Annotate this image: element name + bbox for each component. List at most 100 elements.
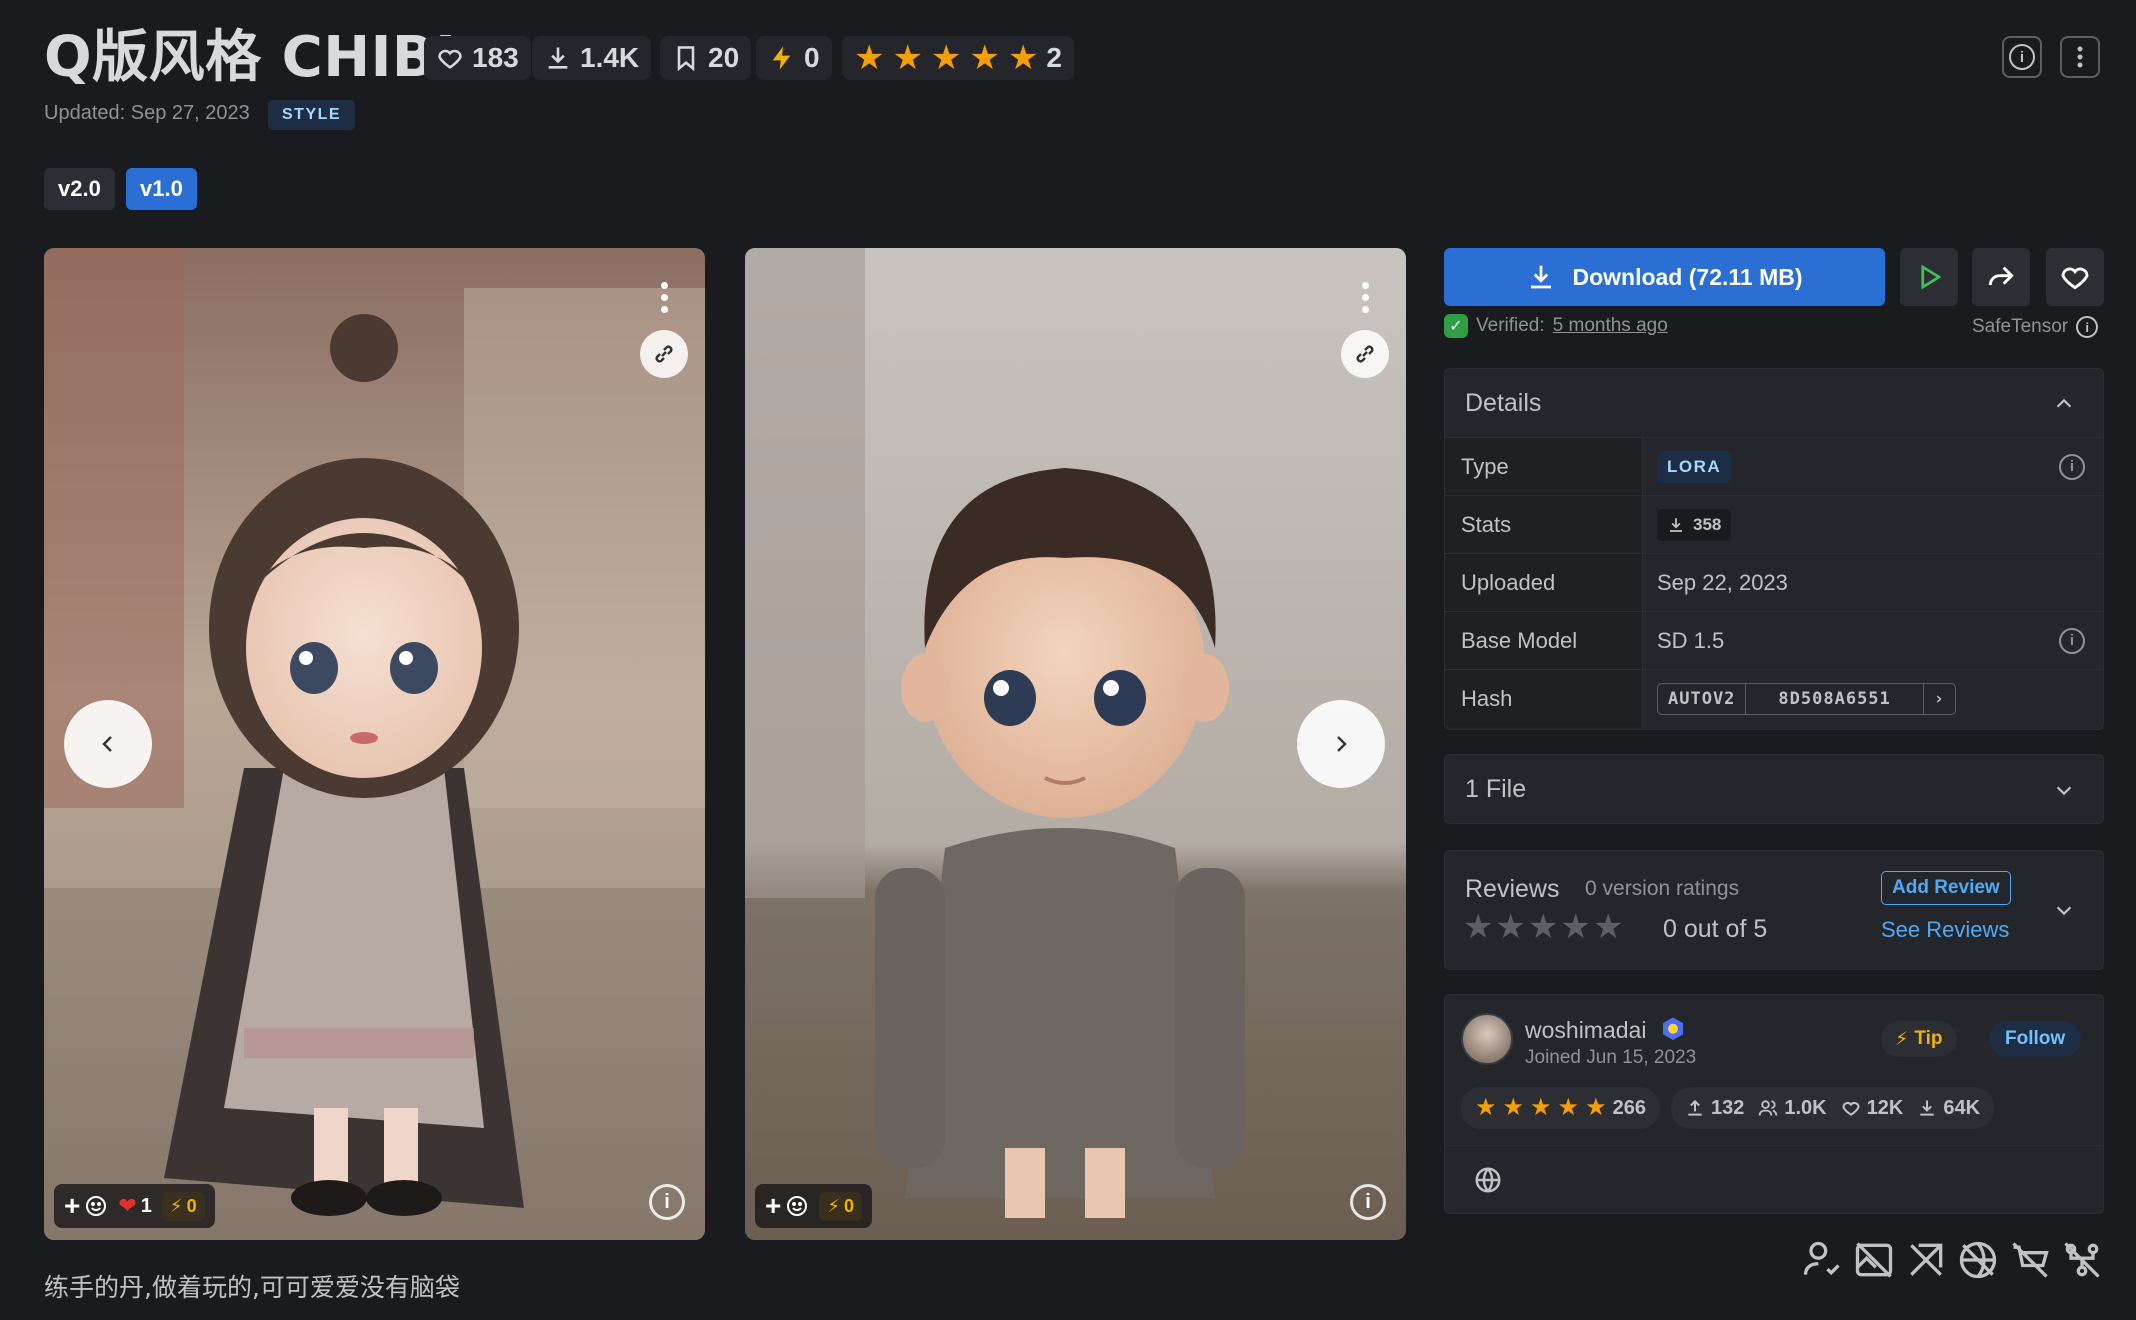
more-options-button[interactable] — [2060, 36, 2100, 78]
buzz-tip-chip[interactable]: ⚡ 0 — [819, 1191, 863, 1221]
creator-name[interactable]: woshimadai — [1525, 1017, 1646, 1044]
verified-label: Verified: — [1476, 315, 1545, 336]
download-icon — [548, 47, 568, 69]
updated-date: Updated: Sep 27, 2023 — [44, 102, 250, 124]
avatar[interactable] — [1461, 1013, 1513, 1065]
star-empty-icon: ★ — [1495, 908, 1526, 946]
uploads-count: 132 — [1711, 1096, 1745, 1119]
no-image-sell-icon[interactable] — [1852, 1238, 1896, 1282]
rating-score: 0 out of 5 — [1663, 915, 1768, 943]
creator-stats-pill: 132 1.0K 12K 64K — [1671, 1087, 1995, 1129]
red-heart-icon: ❤ — [118, 1193, 137, 1218]
add-reaction-button[interactable]: + — [765, 1190, 809, 1222]
bookmark-icon — [677, 46, 695, 72]
details-label: Stats — [1445, 496, 1643, 553]
hash-selector[interactable]: AUTOV2 8D508A6551 › — [1657, 682, 1957, 715]
details-row-base-model: Base Model SD 1.5 i — [1445, 611, 2103, 669]
rating-stat[interactable]: ★ ★ ★ ★ ★ 2 — [842, 36, 1074, 80]
buzz-stat[interactable]: 0 — [756, 36, 832, 80]
likes-stat[interactable]: 183 — [424, 36, 531, 80]
follow-button[interactable]: Follow — [1989, 1021, 2082, 1057]
image-info-icon[interactable]: i — [1350, 1184, 1386, 1220]
add-reaction-button[interactable]: + — [64, 1190, 108, 1222]
image-link-button[interactable] — [640, 330, 688, 378]
verified-status: ✓ Verified: 5 months ago — [1444, 314, 1668, 338]
details-panel: Details Type LORA i Stats 358 Uploaded S… — [1444, 368, 2104, 730]
followers-count: 1.0K — [1784, 1096, 1827, 1119]
download-icon — [1920, 1100, 1934, 1116]
downloads-count: 1.4K — [580, 42, 640, 73]
bookmarks-stat[interactable]: 20 — [660, 36, 752, 80]
page-title: Q版风格 CHIBI — [44, 25, 457, 90]
image-menu-button[interactable] — [644, 272, 684, 322]
add-review-button[interactable]: Add Review — [1881, 871, 2011, 905]
heart-reaction[interactable]: ❤ 1 — [118, 1193, 152, 1219]
chevron-down-icon[interactable] — [2053, 899, 2075, 921]
share-button[interactable] — [1972, 248, 2030, 306]
details-label: Hash — [1445, 670, 1643, 727]
likes-count: 183 — [472, 42, 519, 73]
see-reviews-link[interactable]: See Reviews — [1881, 917, 2009, 943]
shield-check-icon: ✓ — [1444, 314, 1468, 338]
smile-icon — [787, 1196, 808, 1216]
image-info-icon[interactable]: i — [649, 1184, 685, 1220]
files-panel[interactable]: 1 File — [1444, 754, 2104, 824]
heart-icon — [438, 49, 462, 69]
chevron-right-icon — [1337, 736, 1347, 752]
version-tab-v2[interactable]: v2.0 — [44, 168, 115, 210]
star-empty-icon: ★ — [1463, 908, 1494, 946]
carousel-prev-button[interactable] — [64, 700, 152, 788]
chevron-right-icon[interactable]: › — [1924, 684, 1955, 714]
hash-value[interactable]: 8D508A6551 — [1746, 683, 1924, 714]
smile-icon — [86, 1196, 107, 1216]
star-icon: ★ — [1557, 1094, 1580, 1121]
carousel-next-button[interactable] — [1297, 700, 1385, 788]
no-credit-required-icon[interactable] — [1800, 1238, 1844, 1282]
heart-icon — [2061, 267, 2089, 290]
image-menu-button[interactable] — [1345, 272, 1385, 322]
info-icon[interactable]: i — [2059, 453, 2085, 480]
star-icon: ★ — [854, 39, 885, 77]
no-commercial-icon[interactable] — [2008, 1238, 2052, 1282]
info-button[interactable]: i — [2002, 36, 2042, 78]
star-empty-icon: ★ — [1527, 908, 1559, 946]
rating-count: 2 — [1046, 42, 1062, 73]
vertical-dots-icon — [2077, 46, 2083, 68]
tip-button[interactable]: ⚡ Tip — [1881, 1021, 1957, 1057]
link-icon — [655, 345, 673, 363]
downloads-stat: 1.4K — [532, 36, 652, 80]
no-remix-icon[interactable] — [2060, 1238, 2104, 1282]
info-icon[interactable]: i — [2076, 316, 2099, 338]
chevron-left-icon — [102, 736, 112, 752]
download-button[interactable]: Download (72.11 MB) — [1444, 248, 1885, 306]
info-icon: i — [2009, 44, 2035, 70]
files-heading: 1 File — [1465, 775, 1527, 803]
verified-time-link[interactable]: 5 months ago — [1553, 315, 1668, 337]
download-icon — [1670, 517, 1682, 532]
image-card-2[interactable]: + ⚡ 0 i — [745, 248, 1406, 1240]
reviews-heading: Reviews — [1465, 875, 1560, 903]
creator-likes-count: 12K — [1866, 1096, 1904, 1119]
category-badge[interactable]: STYLE — [268, 100, 356, 130]
version-tab-v1[interactable]: v1.0 — [126, 168, 197, 210]
chevron-up-icon[interactable] — [2053, 393, 2075, 415]
file-format: SafeTensor i — [1972, 316, 2099, 338]
run-button[interactable] — [1900, 248, 1958, 306]
reviews-panel: Reviews 0 version ratings ★ ★ ★ ★ ★ 0 ou… — [1444, 850, 2104, 970]
no-generation-service-icon[interactable] — [1956, 1238, 2000, 1282]
uploaded-date: Sep 22, 2023 — [1657, 569, 1788, 595]
no-merge-icon[interactable] — [1904, 1238, 1948, 1282]
buzz-tip-chip[interactable]: ⚡ 0 — [161, 1191, 205, 1221]
buzz-count: 0 — [804, 42, 820, 73]
image-card-1[interactable]: + ❤ 1 ⚡ 0 i — [44, 248, 705, 1240]
details-heading: Details — [1465, 389, 1542, 417]
reaction-bar[interactable]: + ❤ 1 ⚡ 0 — [54, 1184, 215, 1228]
favorite-button[interactable] — [2046, 248, 2104, 306]
info-icon[interactable]: i — [2059, 627, 2085, 654]
image-link-button[interactable] — [1341, 330, 1389, 378]
bookmarks-count: 20 — [708, 42, 740, 73]
reaction-bar[interactable]: + ⚡ 0 — [755, 1184, 873, 1228]
details-row-stats: Stats 358 — [1445, 495, 2103, 553]
globe-icon[interactable] — [1473, 1165, 1503, 1195]
star-empty-icon: ★ — [1560, 908, 1591, 946]
